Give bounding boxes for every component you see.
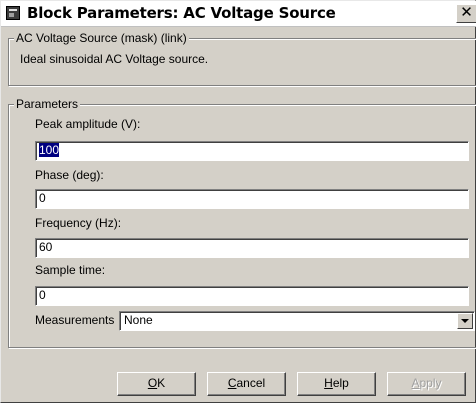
apply-button[interactable]: Apply (387, 372, 466, 396)
mask-group-legend: AC Voltage Source (mask) (link) (14, 31, 189, 45)
help-label: elp (332, 376, 349, 390)
peak-amplitude-value: 100 (39, 143, 60, 157)
sample-time-label: Sample time: (35, 263, 106, 277)
help-button[interactable]: Help (297, 372, 376, 396)
peak-amplitude-label: Peak amplitude (V): (35, 117, 141, 131)
ok-button[interactable]: OK (117, 372, 196, 396)
title-bar[interactable]: Block Parameters: AC Voltage Source ✕ (1, 1, 476, 27)
close-button[interactable]: ✕ (456, 4, 476, 23)
help-mnemonic: H (324, 376, 333, 390)
dialog-window: Block Parameters: AC Voltage Source ✕ AC… (0, 0, 476, 403)
peak-amplitude-input[interactable]: 100 (35, 141, 469, 161)
parameters-group-legend: Parameters (14, 97, 81, 111)
close-icon: ✕ (460, 4, 473, 21)
measurements-dropdown[interactable]: None (119, 311, 475, 331)
parameters-groupbox: Parameters Peak amplitude (V): 100 Phase… (8, 97, 476, 348)
apply-label: pply (419, 376, 442, 390)
ok-mnemonic: O (147, 376, 158, 390)
block-icon (6, 6, 20, 20)
ok-label: K (157, 376, 166, 390)
frequency-input[interactable]: 60 (35, 238, 469, 258)
mask-groupbox: AC Voltage Source (mask) (link) Ideal si… (8, 31, 476, 86)
phase-label: Phase (deg): (35, 168, 104, 182)
frequency-label: Frequency (Hz): (35, 216, 122, 230)
sample-time-input[interactable]: 0 (35, 286, 469, 306)
apply-mnemonic: A (411, 376, 420, 390)
cancel-button[interactable]: Cancel (207, 372, 286, 396)
measurements-label: Measurements (35, 313, 115, 327)
mask-description: Ideal sinusoidal AC Voltage source. (20, 52, 209, 66)
phase-input[interactable]: 0 (35, 189, 469, 209)
measurements-value: None (124, 313, 153, 327)
cancel-label: ancel (236, 376, 266, 390)
chevron-down-icon[interactable] (457, 313, 473, 329)
window-title: Block Parameters: AC Voltage Source (27, 4, 336, 22)
